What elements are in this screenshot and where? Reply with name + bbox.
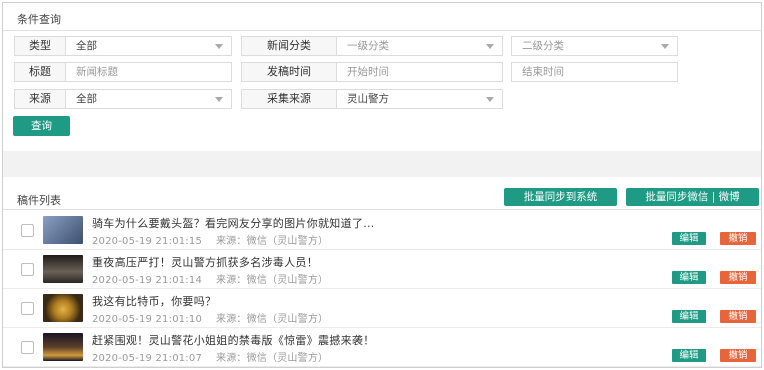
end-date-placeholder: 结束时间 [522, 66, 564, 78]
item-checkbox[interactable] [21, 263, 34, 276]
item-checkbox[interactable] [21, 341, 34, 354]
chevron-down-icon [215, 44, 223, 49]
divider [3, 30, 761, 31]
query-row-2: 标题 新闻标题 发稿时间 开始时间 结束时间 [3, 62, 761, 82]
revoke-button[interactable]: 撤销 [720, 349, 756, 362]
edit-button[interactable]: 编辑 [672, 310, 706, 323]
query-row-3: 来源 全部 采集来源 灵山警方 [3, 89, 761, 109]
source-label: 来源 [14, 89, 66, 109]
chevron-down-icon [486, 97, 494, 102]
item-source-prefix: 来源： [216, 314, 247, 325]
headline-placeholder: 新闻标题 [76, 66, 118, 78]
item-title[interactable]: 骑车为什么要戴头盔？看完网友分享的图片你就知道了... [92, 215, 375, 231]
manuscript-panel: 条件查询 类型 全部 新闻分类 一级分类 二级分类 标题 新闻标题 发稿时间 开… [2, 2, 762, 368]
revoke-button[interactable]: 撤销 [720, 271, 756, 284]
type-label: 类型 [14, 36, 66, 56]
search-button[interactable]: 查询 [13, 116, 70, 136]
divider [3, 209, 761, 210]
item-meta: 2020-05-19 21:01:15 来源：微信（灵山警方） [92, 232, 328, 247]
revoke-button[interactable]: 撤销 [720, 232, 756, 245]
item-checkbox[interactable] [21, 224, 34, 237]
news-category-label: 新闻分类 [241, 36, 337, 56]
item-time: 2020-05-19 21:01:15 [92, 236, 203, 247]
item-source-prefix: 来源： [216, 236, 247, 247]
level2-category-select[interactable]: 二级分类 [511, 36, 678, 56]
item-meta: 2020-05-19 21:01:14 来源：微信（灵山警方） [92, 271, 328, 286]
item-source: 微信（灵山警方） [246, 314, 329, 325]
headline-input[interactable]: 新闻标题 [65, 62, 232, 82]
collect-source-select[interactable]: 灵山警方 [336, 89, 503, 109]
item-title[interactable]: 赶紧围观！灵山警花小姐姐的禁毒版《惊雷》震撼来袭！ [92, 332, 375, 348]
item-time: 2020-05-19 21:01:14 [92, 275, 203, 286]
list-item: 重夜高压严打！灵山警方抓获多名涉毒人员！ 2020-05-19 21:01:14… [3, 251, 761, 289]
item-time: 2020-05-19 21:01:10 [92, 314, 203, 325]
section-separator [3, 151, 761, 177]
headline-label: 标题 [14, 62, 66, 82]
chevron-down-icon [486, 44, 494, 49]
collect-source-value: 灵山警方 [347, 93, 389, 105]
chevron-down-icon [215, 97, 223, 102]
list-item: 骑车为什么要戴头盔？看完网友分享的图片你就知道了... 2020-05-19 2… [3, 212, 761, 250]
item-meta: 2020-05-19 21:01:07 来源：微信（灵山警方） [92, 349, 328, 364]
item-source-prefix: 来源： [216, 275, 247, 286]
list-item: 赶紧围观！灵山警花小姐姐的禁毒版《惊雷》震撼来袭！ 2020-05-19 21:… [3, 329, 761, 367]
item-meta: 2020-05-19 21:01:10 来源：微信（灵山警方） [92, 310, 328, 325]
batch-sync-system-button[interactable]: 批量同步到系统 [504, 188, 617, 206]
revoke-button[interactable]: 撤销 [720, 310, 756, 323]
list-item: 我这有比特币，你要吗？ 2020-05-19 21:01:10 来源：微信（灵山警… [3, 290, 761, 328]
item-source: 微信（灵山警方） [246, 275, 329, 286]
edit-button[interactable]: 编辑 [672, 349, 706, 362]
batch-sync-wechat-weibo-button[interactable]: 批量同步微信 | 微博 [626, 188, 759, 206]
level2-category-placeholder: 二级分类 [522, 40, 564, 52]
collect-source-label: 采集来源 [241, 89, 337, 109]
item-thumbnail [43, 216, 83, 244]
item-title[interactable]: 重夜高压严打！灵山警方抓获多名涉毒人员！ [92, 254, 318, 270]
item-thumbnail [43, 255, 83, 283]
item-title[interactable]: 我这有比特币，你要吗？ [92, 293, 216, 309]
type-select-value: 全部 [76, 40, 97, 52]
level1-category-select[interactable]: 一级分类 [336, 36, 503, 56]
query-row-1: 类型 全部 新闻分类 一级分类 二级分类 [3, 36, 761, 56]
start-date-input[interactable]: 开始时间 [336, 62, 503, 82]
type-select[interactable]: 全部 [65, 36, 232, 56]
edit-button[interactable]: 编辑 [672, 271, 706, 284]
item-time: 2020-05-19 21:01:07 [92, 353, 203, 364]
level1-category-placeholder: 一级分类 [347, 40, 389, 52]
item-checkbox[interactable] [21, 302, 34, 315]
item-thumbnail [43, 294, 83, 322]
chevron-down-icon [661, 44, 669, 49]
edit-button[interactable]: 编辑 [672, 232, 706, 245]
list-section-title: 稿件列表 [17, 194, 61, 207]
item-source: 微信（灵山警方） [246, 353, 329, 364]
item-source: 微信（灵山警方） [246, 236, 329, 247]
query-section-title: 条件查询 [17, 13, 61, 26]
publish-date-label: 发稿时间 [241, 62, 337, 82]
item-source-prefix: 来源： [216, 353, 247, 364]
start-date-placeholder: 开始时间 [347, 66, 389, 78]
source-select[interactable]: 全部 [65, 89, 232, 109]
end-date-input[interactable]: 结束时间 [511, 62, 678, 82]
source-select-value: 全部 [76, 93, 97, 105]
item-thumbnail [43, 333, 83, 361]
